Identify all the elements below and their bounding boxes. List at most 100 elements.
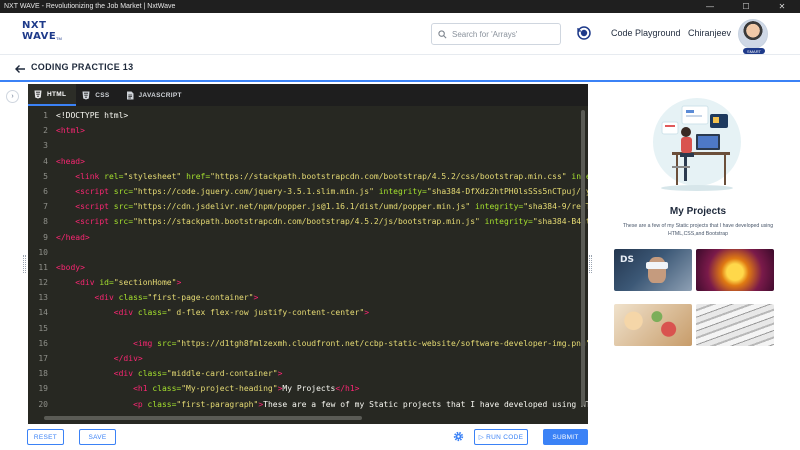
code-line[interactable]: 1 <!DOCTYPE html> <box>28 108 588 123</box>
logo-text-bottom: WAVE <box>22 31 57 42</box>
code-lines[interactable]: 1 <!DOCTYPE html> 2 <html> 3 4 <head> 5 <link r… <box>28 108 588 414</box>
line-number: 16 <box>38 338 48 348</box>
thumbnail-person <box>648 257 666 283</box>
vertical-scrollbar[interactable] <box>581 110 585 406</box>
right-resize-handle[interactable] <box>589 255 592 273</box>
user-name-link[interactable]: Chiranjeev <box>688 28 731 38</box>
code-line[interactable]: 17 </div> <box>28 351 588 366</box>
line-source <box>48 245 56 260</box>
code-token: <img <box>133 338 158 348</box>
css-file-icon <box>82 91 90 99</box>
line-number: 18 <box>38 369 48 379</box>
nxtwave-logo[interactable]: NXT WAVE TM <box>22 21 66 47</box>
code-line[interactable]: 18 <div class="middle-card-container"> <box>28 366 588 381</box>
code-token: integri <box>571 171 588 181</box>
line-number: 4 <box>43 156 48 166</box>
code-token: </div> <box>113 354 143 363</box>
code-token: <div <box>113 369 138 379</box>
code-playground-link[interactable]: Code Playground <box>611 28 681 38</box>
history-icon[interactable] <box>576 25 592 41</box>
code-line[interactable]: 3 <box>28 138 588 153</box>
line-source <box>48 138 56 153</box>
code-token: "https://stackpath.bootstrapcdn.com/boot… <box>133 217 485 227</box>
code-line[interactable]: 6 <script src="https://code.jquery.com/j… <box>28 184 588 199</box>
code-token: "My-project-heading" <box>181 384 278 394</box>
code-token: "sha384-DfXdz2htPH0lsSSs5nCTpuj/zy4C+ <box>426 186 588 196</box>
project-thumbnail-festival <box>696 249 774 291</box>
code-token: "first-page-container" <box>147 293 254 303</box>
code-line[interactable]: 4 <head> <box>28 154 588 169</box>
avatar[interactable] <box>738 19 768 49</box>
maximize-icon[interactable]: ☐ <box>728 0 764 13</box>
code-token: "https://cdn.jsdelivr.net/npm/popper.js@… <box>133 202 476 212</box>
line-number: 1 <box>43 111 48 120</box>
tab-css[interactable]: CSS <box>76 84 119 106</box>
code-line[interactable]: 12 <div id="sectionHome"> <box>28 275 588 290</box>
window-title: NXT WAVE - Revolutionizing the Job Marke… <box>4 3 176 10</box>
line-number: 13 <box>38 293 48 303</box>
code-line[interactable]: 7 <script src="https://cdn.jsdelivr.net/… <box>28 199 588 214</box>
line-source: <h1 class="My-project-heading">My Projec… <box>48 381 359 396</box>
left-resize-handle[interactable] <box>23 255 26 273</box>
code-line[interactable]: 2 <html> <box>28 123 588 138</box>
code-editor[interactable]: HTML CSS JAVASCRIPT 1 <!DOCTYPE html> 2 <ht… <box>28 84 588 424</box>
code-line[interactable]: 21 </div> <box>28 412 588 414</box>
code-token: src= <box>113 217 134 227</box>
close-icon[interactable]: ✕ <box>764 0 800 13</box>
line-source: </head> <box>48 230 90 245</box>
submit-button[interactable]: SUBMIT <box>543 429 588 445</box>
code-token: class= <box>152 384 182 394</box>
minimize-icon[interactable]: — <box>692 0 728 13</box>
search-input[interactable] <box>452 29 552 39</box>
code-line[interactable]: 15 <box>28 321 588 336</box>
code-line[interactable]: 20 <p class="first-paragraph">These are … <box>28 397 588 412</box>
back-arrow-icon[interactable] <box>14 63 26 75</box>
code-token: <div <box>75 278 100 288</box>
run-code-button[interactable]: ▷ RUN CODE <box>474 429 528 445</box>
save-button[interactable]: SAVE <box>79 429 116 445</box>
code-token: <link <box>75 171 105 181</box>
line-number: 11 <box>38 262 48 272</box>
code-line[interactable]: 9 </head> <box>28 230 588 245</box>
line-number: 9 <box>43 232 48 242</box>
line-number: 8 <box>43 217 48 227</box>
code-token: > <box>277 369 283 379</box>
code-token: class= <box>137 369 167 379</box>
tab-javascript-label: JAVASCRIPT <box>138 91 182 99</box>
code-token: These are a few of my Static projects th… <box>263 399 588 409</box>
code-line[interactable]: 8 <script src="https://stackpath.bootstr… <box>28 214 588 229</box>
reset-button[interactable]: RESET <box>27 429 64 445</box>
line-source: <img src="https://d1tgh8fmlzexmh.cloudfr… <box>48 336 588 351</box>
line-source: <link rel="stylesheet" href="https://sta… <box>48 169 588 184</box>
code-token: rel= <box>104 171 124 181</box>
code-token: <head> <box>56 156 85 166</box>
tab-javascript[interactable]: JAVASCRIPT <box>120 84 192 106</box>
code-line[interactable]: 14 <div class=" d-flex flex-row justify-… <box>28 305 588 320</box>
tab-html[interactable]: HTML <box>28 84 77 106</box>
code-line[interactable]: 13 <div class="first-page-container"> <box>28 290 588 305</box>
developer-illustration <box>653 98 741 191</box>
js-file-icon <box>126 91 134 99</box>
code-line[interactable]: 5 <link rel="stylesheet" href="https://s… <box>28 169 588 184</box>
page-title: CODING PRACTICE 13 <box>31 62 134 72</box>
code-line[interactable]: 10 <box>28 245 588 260</box>
code-line[interactable]: 16 <img src="https://d1tgh8fmlzexmh.clou… <box>28 336 588 351</box>
expand-panel-button[interactable]: › <box>6 90 19 103</box>
horizontal-scrollbar[interactable] <box>44 416 362 420</box>
code-token: > <box>364 308 370 318</box>
line-source: </div> <box>48 351 143 366</box>
code-token: > <box>253 293 259 303</box>
code-line[interactable]: 19 <h1 class="My-project-heading">My Pro… <box>28 381 588 396</box>
code-line[interactable]: 11 <body> <box>28 260 588 275</box>
code-token: class= <box>137 308 167 318</box>
line-source: <div class="first-page-container"> <box>48 290 259 305</box>
line-source: <!DOCTYPE html> <box>48 108 128 123</box>
search-box[interactable] <box>431 23 561 45</box>
gear-icon[interactable] <box>453 431 464 442</box>
projects-description: These are a few of my Static projects th… <box>622 223 774 237</box>
